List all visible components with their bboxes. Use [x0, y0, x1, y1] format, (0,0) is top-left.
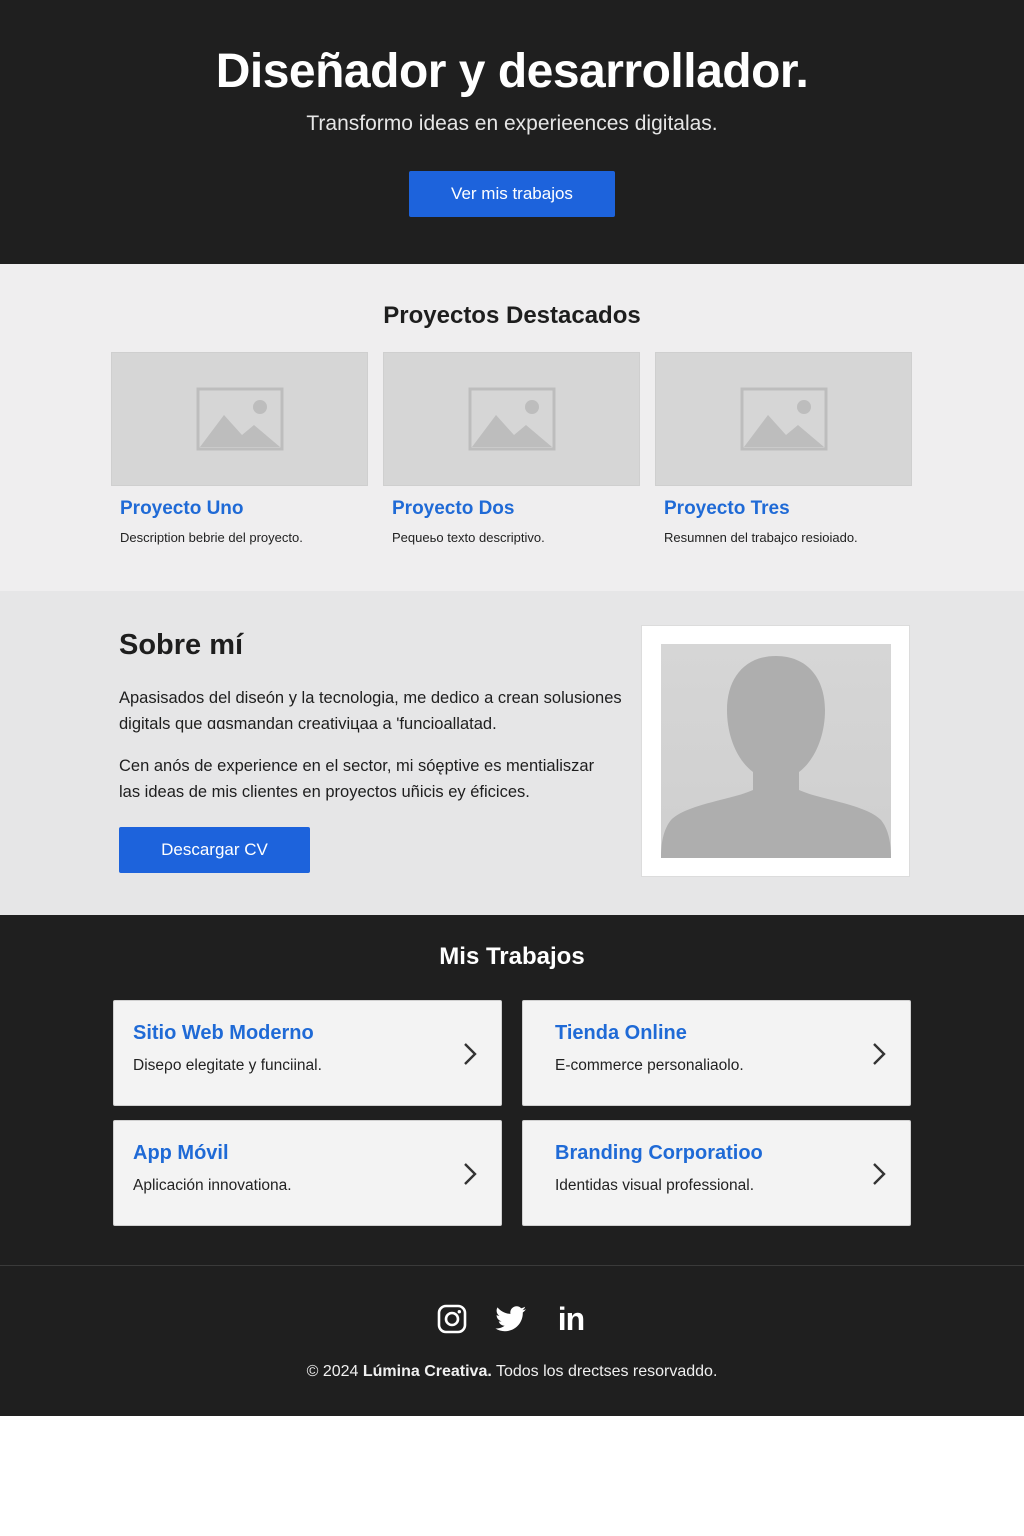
work-card[interactable]: Branding Corporatioo Identidas visual pr…: [522, 1120, 911, 1226]
work-description: Aplicación innovationa.: [133, 1177, 292, 1194]
work-card[interactable]: Tienda Online E-commerce personaliaolo.: [522, 1000, 911, 1106]
work-description: Identidas visual professional.: [555, 1177, 755, 1194]
project-description: Pequeьo texto descriptivo.: [392, 530, 545, 545]
project-description: Description bebrie del proyecto.: [120, 530, 303, 545]
project-card[interactable]: Proyecto Uno Description bebrie del proy…: [111, 352, 368, 552]
work-title: Sitio Web Moderno: [133, 1022, 314, 1044]
project-name[interactable]: Proyecto Dos: [392, 498, 514, 520]
featured-projects-section: Proyectos Destacados Proyecto Uno Descri…: [0, 264, 1024, 591]
brand-name: Lúmina Creativa.: [362, 1363, 492, 1380]
project-name[interactable]: Proyecto Tres: [664, 498, 790, 520]
hero-title: Diseñador y desarrollador.: [215, 45, 809, 98]
image-placeholder-icon: [655, 352, 912, 486]
instagram-icon[interactable]: [435, 1302, 469, 1336]
work-description: Diseρo elegitate y funciinal.: [133, 1057, 322, 1074]
hero-section: Diseñador y desarrollador. Transformo id…: [0, 0, 1024, 264]
copyright-text: © 2024 Lúmina Creativa. Todos los drects…: [0, 1363, 1024, 1381]
chevron-right-icon: [873, 1043, 886, 1065]
twitter-icon[interactable]: [494, 1302, 528, 1336]
about-section: Sobre mí Apasisados del diseón y la tecn…: [0, 591, 1024, 915]
copyright-suffix: Todos los drectses resorvaddo.: [495, 1363, 718, 1380]
project-name[interactable]: Proyecto Uno: [120, 498, 244, 520]
footer: in © 2024 Lúmina Creativa. Todos los dre…: [0, 1265, 1024, 1416]
project-card[interactable]: Proyecto Dos Pequeьo texto descriptivo.: [383, 352, 640, 552]
chevron-right-icon: [464, 1043, 477, 1065]
view-works-button[interactable]: Ver mis trabajos: [409, 171, 615, 217]
download-cv-button[interactable]: Descargar CV: [119, 827, 310, 873]
image-placeholder-icon: [383, 352, 640, 486]
profile-placeholder-icon: [661, 644, 891, 858]
about-title: Sobre mí: [119, 629, 244, 661]
project-card[interactable]: Proyecto Tres Resumnen del trabajсo resi…: [655, 352, 912, 552]
projects-title: Proyectos Destacados: [383, 302, 641, 329]
hero-subtitle: Transformo ideas en experieences digital…: [306, 112, 718, 135]
linkedin-icon-text: in: [557, 1301, 585, 1337]
chevron-right-icon: [464, 1163, 477, 1185]
work-description: E-commerce personaliaolo.: [555, 1057, 744, 1074]
work-title: Tienda Online: [555, 1022, 687, 1044]
about-paragraph: Apasisados del diseón y la tecnologia, m…: [119, 689, 622, 733]
image-placeholder-icon: [111, 352, 368, 486]
linkedin-icon[interactable]: in: [554, 1302, 588, 1336]
work-title: Branding Corporatioo: [555, 1142, 763, 1164]
about-paragraph: Cen anós de experience en el sector, mi …: [119, 757, 595, 801]
project-description: Resumnen del trabajсo resioiado.: [664, 530, 858, 545]
works-title: Mis Trabajos: [439, 943, 585, 970]
my-works-section: Mis Trabajos Sitio Web Moderno Diseρo el…: [0, 915, 1024, 1265]
work-title: App Móvil: [133, 1142, 229, 1164]
copyright-prefix: © 2024: [306, 1363, 359, 1380]
work-card[interactable]: Sitio Web Moderno Diseρo elegitate y fun…: [113, 1000, 502, 1106]
chevron-right-icon: [873, 1163, 886, 1185]
profile-photo-frame: [641, 625, 910, 877]
work-card[interactable]: App Móvil Aplicación innovationa.: [113, 1120, 502, 1226]
